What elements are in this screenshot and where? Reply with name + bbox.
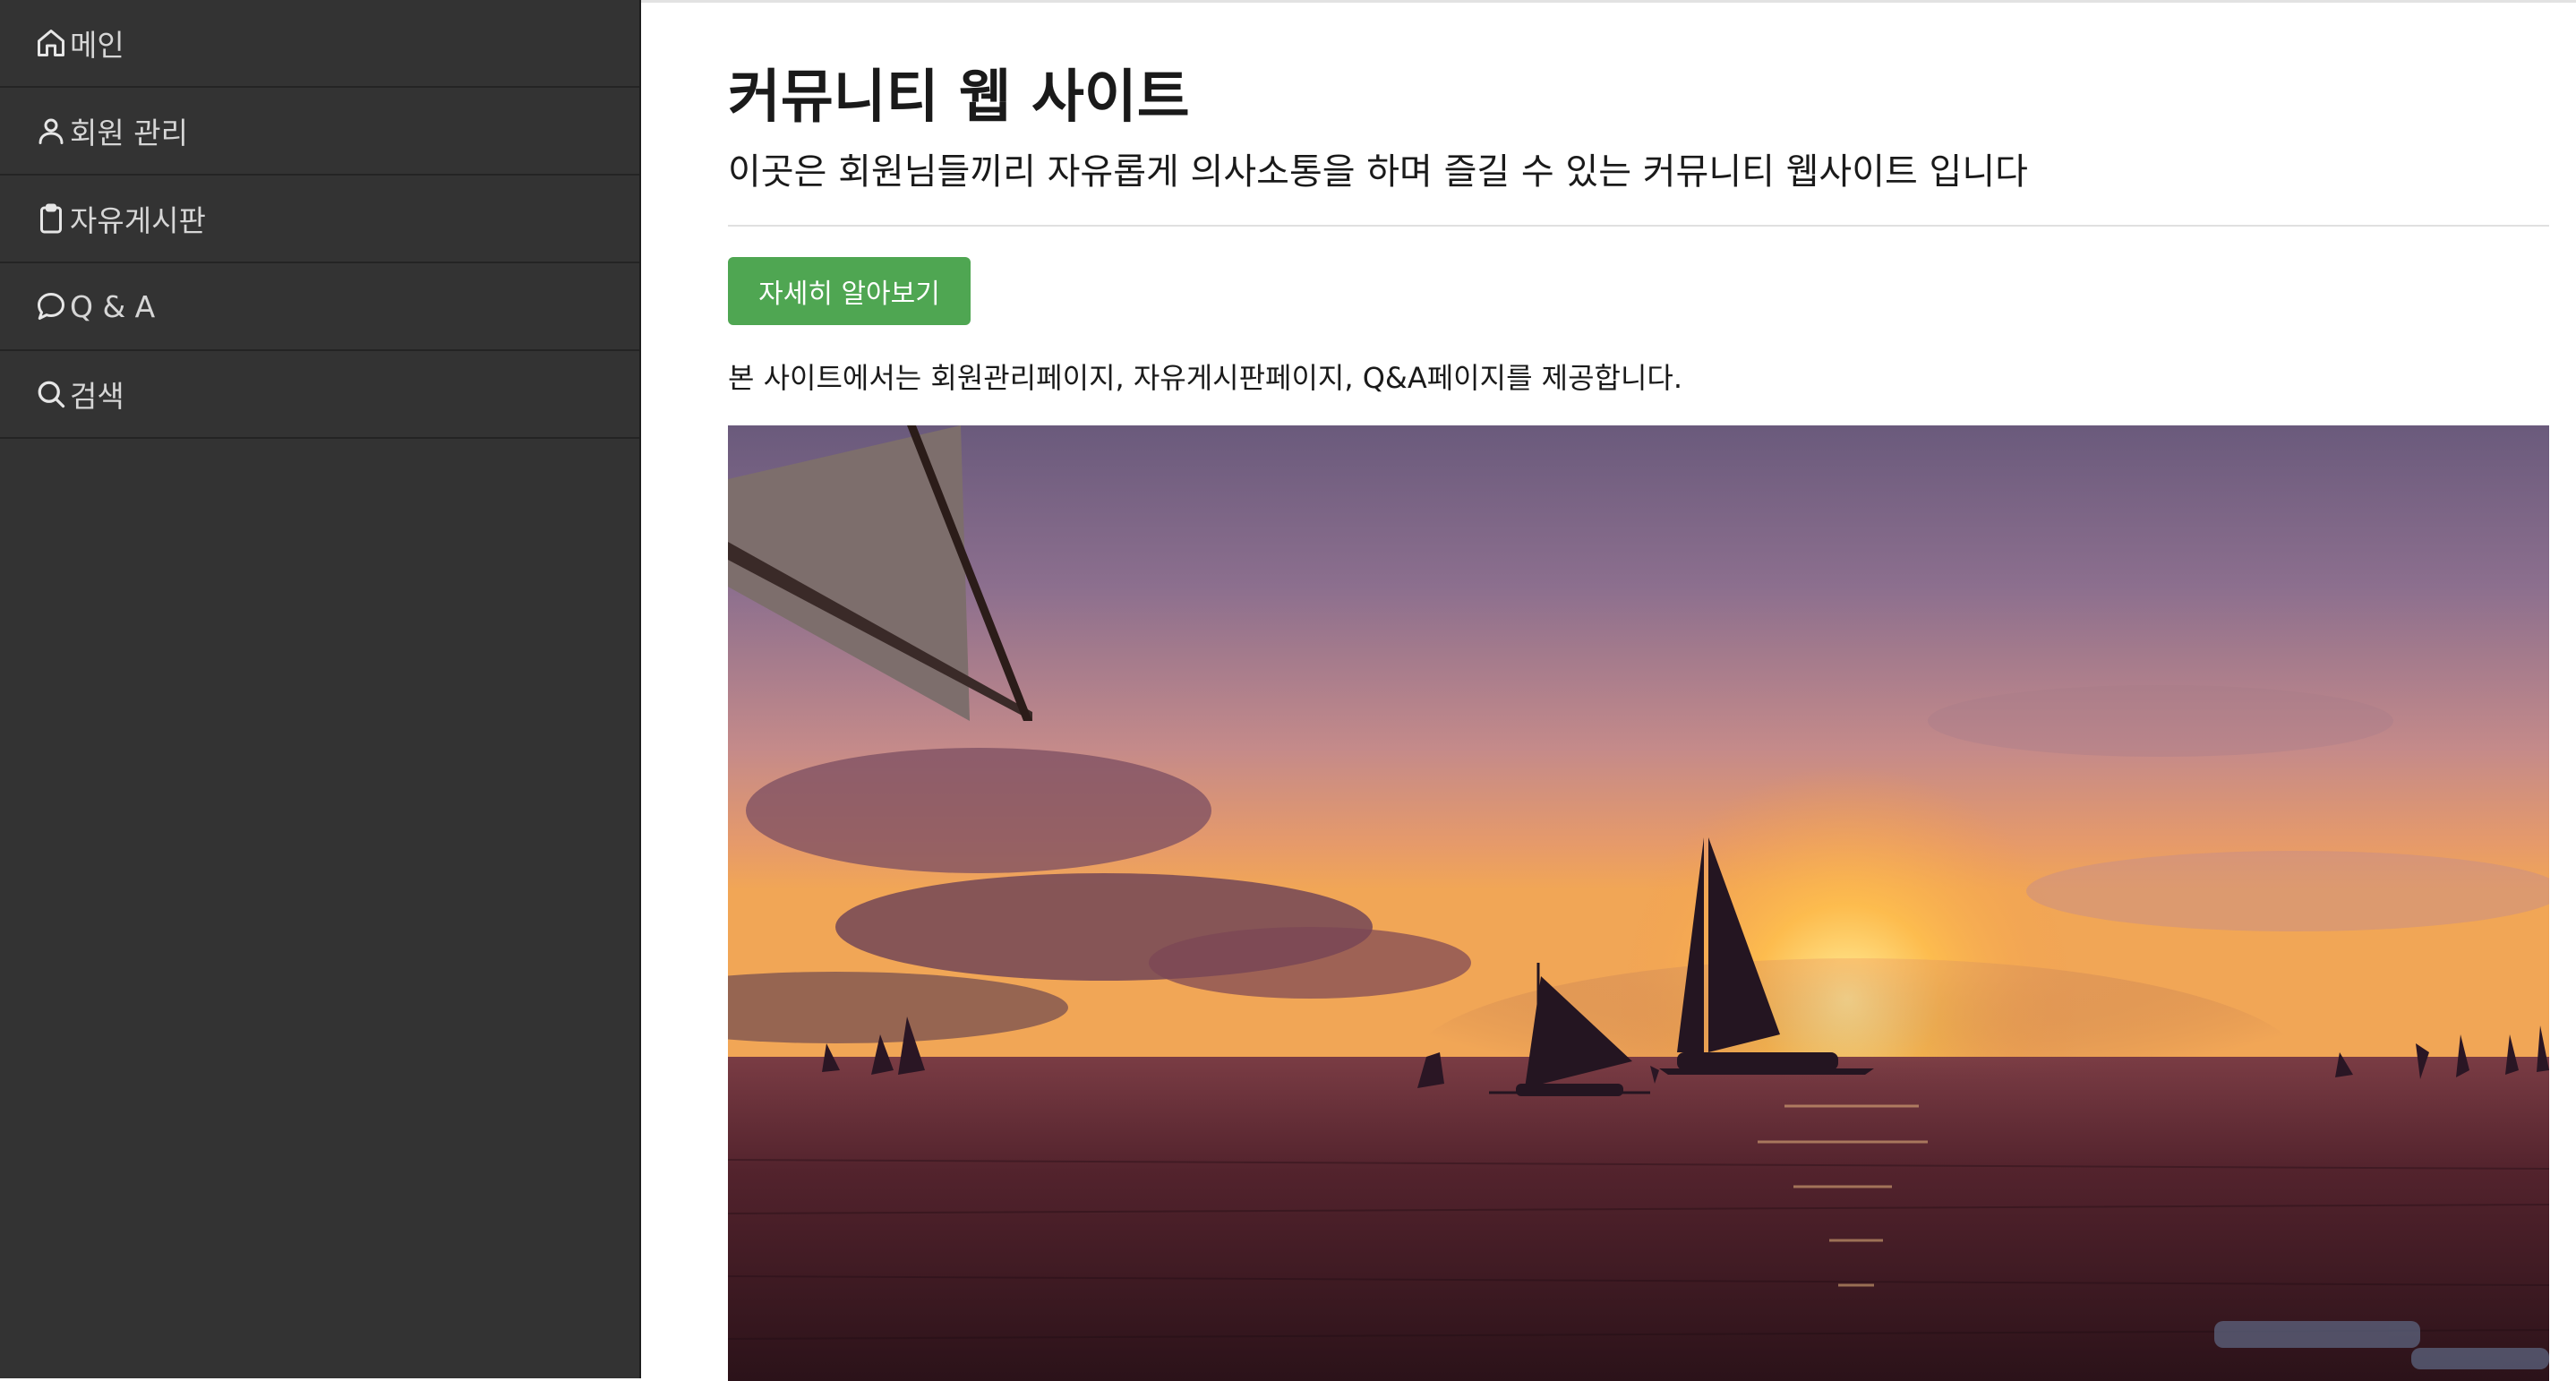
home-icon [34,26,68,60]
sidebar-item-board[interactable]: 자유게시판 [0,176,639,263]
sidebar-item-members[interactable]: 회원 관리 [0,88,639,176]
sidebar: 메인 회원 관리 자유게시판 Q & A [0,0,641,1378]
search-icon [34,377,68,411]
sidebar-item-label: 회원 관리 [70,109,188,152]
divider [728,225,2549,227]
main-content: 커뮤니티 웹 사이트 이곳은 회원님들끼리 자유롭게 의사소통을 하며 즐길 수… [641,0,2576,1378]
page-subtitle: 이곳은 회원님들끼리 자유롭게 의사소통을 하며 즐길 수 있는 커뮤니티 웹사… [728,142,2028,194]
sidebar-item-label: Q & A [70,289,155,324]
sidebar-item-search[interactable]: 검색 [0,351,639,439]
sunset-sailboats-image [728,425,2549,1381]
sidebar-item-label: 메인 [70,21,124,64]
page-title: 커뮤니티 웹 사이트 [728,51,1190,133]
clipboard-icon [34,202,68,236]
sidebar-item-qna[interactable]: Q & A [0,263,639,351]
sidebar-item-main[interactable]: 메인 [0,0,639,88]
sidebar-item-label: 검색 [70,373,124,416]
chat-bubble-icon [34,289,68,323]
sidebar-item-label: 자유게시판 [70,197,206,240]
site-description: 본 사이트에서는 회원관리페이지, 자유게시판페이지, Q&A페이지를 제공합니… [728,356,1682,397]
user-icon [34,114,68,148]
learn-more-button[interactable]: 자세히 알아보기 [728,257,971,325]
